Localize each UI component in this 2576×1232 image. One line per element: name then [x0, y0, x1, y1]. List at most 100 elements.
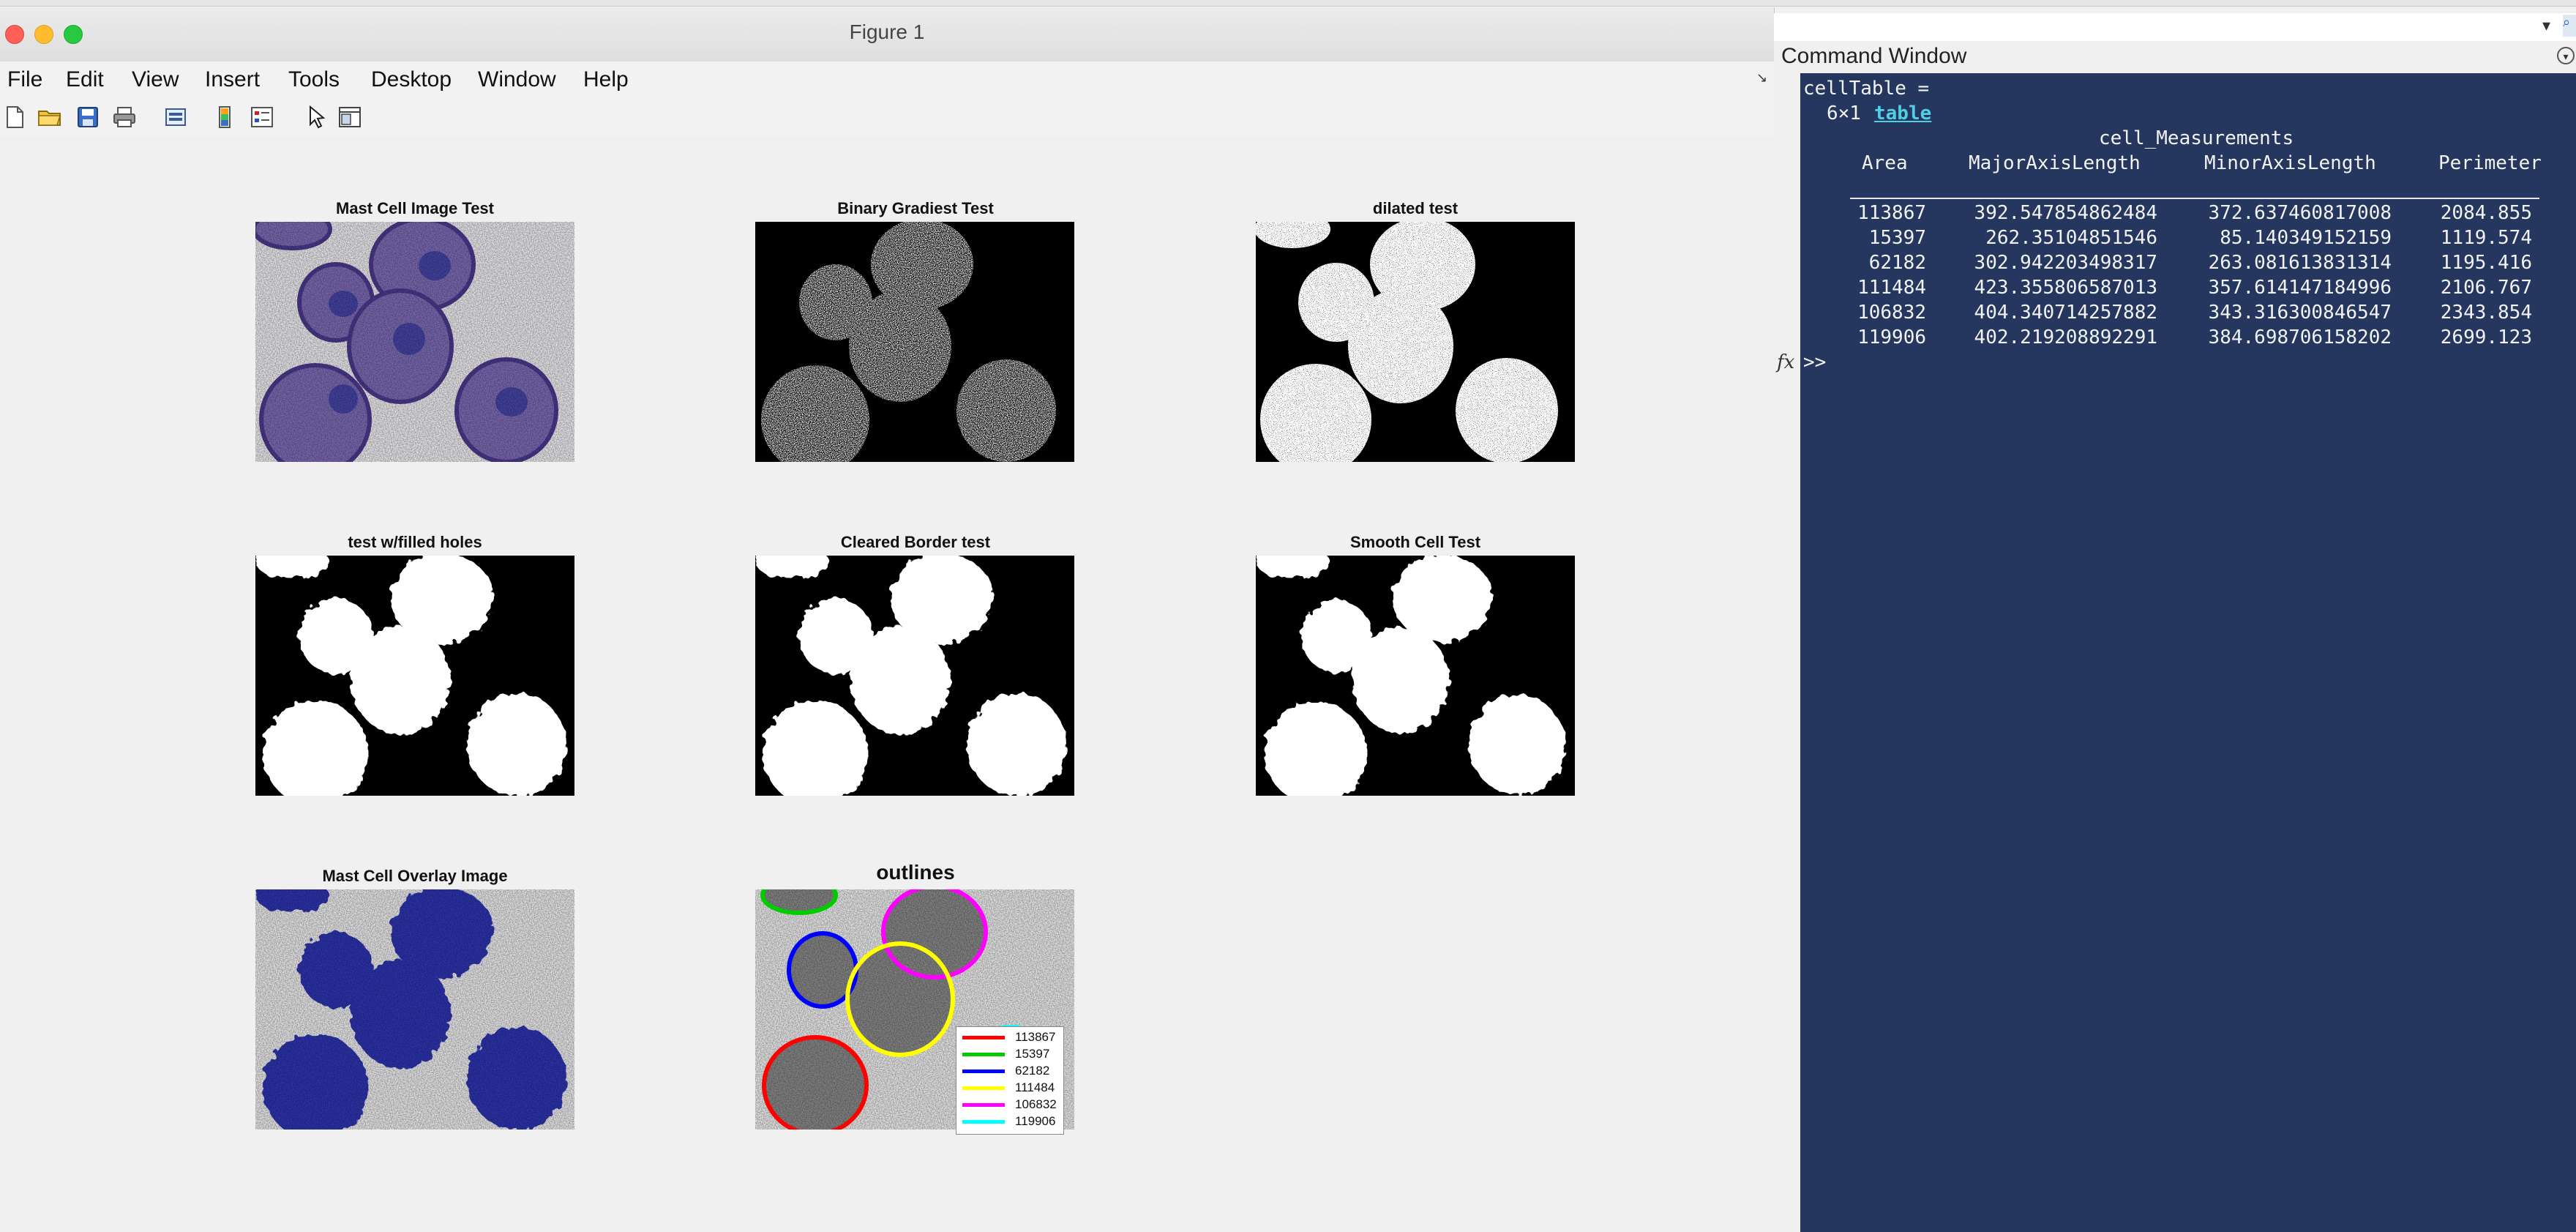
command-header-strip: ▾ ⌕ [1774, 13, 2576, 42]
dock-arrow-icon[interactable]: ↘ [1756, 70, 1767, 86]
print-icon[interactable] [111, 104, 138, 130]
axes-area: Mast Cell Image Test Binary Gradiest Tes… [0, 136, 1774, 1232]
figure-title-bar: Figure 1 [0, 7, 1774, 62]
panel-title-binary-gradient: Binary Gradiest Test [837, 199, 994, 217]
command-window-titlebar: Command Window ▾ [1774, 41, 2576, 74]
link-plot-icon[interactable] [162, 104, 189, 130]
desktop-top-strip [0, 0, 2576, 7]
chevron-down-icon[interactable]: ▾ [2557, 47, 2575, 64]
legend-line [962, 1103, 1005, 1107]
cmd-size: 6×1 [1827, 102, 1861, 124]
legend-entry: 62182 [962, 1064, 1062, 1078]
table-row: 111484 423.355806587013 357.614147184996… [1800, 277, 2576, 302]
command-window-body[interactable]: cellTable = 6×1 table cell_Measurements … [1800, 73, 2576, 1232]
legend-label: 106832 [1015, 1097, 1057, 1111]
panel-title-outlines: outlines [876, 861, 955, 884]
command-prompt[interactable]: >> [1803, 351, 1826, 373]
panel-title-dilated: dilated test [1372, 199, 1459, 217]
legend-line [962, 1120, 1005, 1124]
menu-help[interactable]: Help [583, 67, 629, 92]
cell-minor-axis: 384.698706158202 [2208, 326, 2392, 348]
menu-view[interactable]: View [132, 67, 179, 92]
panel-title-cleared-border: Cleared Border test [840, 533, 991, 551]
cell-perimeter: 1195.416 [2440, 252, 2532, 274]
cell-perimeter: 2106.767 [2440, 277, 2532, 299]
panel-title-overlay: Mast Cell Overlay Image [322, 867, 508, 885]
chevron-down-icon[interactable]: ▾ [2542, 16, 2550, 35]
legend-entry: 106832 [962, 1097, 1062, 1112]
column-header-perimeter: Perimeter [2438, 152, 2542, 174]
menu-file[interactable]: File [7, 67, 42, 92]
menu-edit[interactable]: Edit [66, 67, 104, 92]
cell-area: 111484 [1857, 277, 1926, 299]
cell-major-axis: 262.35104851546 [1985, 227, 2157, 249]
menu-insert[interactable]: Insert [205, 67, 260, 92]
smooth-cell-image[interactable] [1256, 556, 1575, 796]
legend-entry: 15397 [962, 1047, 1062, 1061]
cell-major-axis: 392.547854862484 [1974, 202, 2157, 224]
cmd-assignment: cellTable = [1803, 78, 1930, 100]
cell-major-axis: 423.355806587013 [1974, 277, 2157, 299]
legend-entry: 111484 [962, 1080, 1062, 1095]
menu-tools[interactable]: Tools [288, 67, 340, 92]
legend-entry: 119906 [962, 1114, 1062, 1129]
legend-line [962, 1069, 1005, 1073]
legend-label: 119906 [1015, 1114, 1056, 1128]
cell-perimeter: 2699.123 [2440, 326, 2532, 348]
binary-gradient-image[interactable] [755, 222, 1074, 462]
cell-area: 15397 [1868, 227, 1926, 249]
table-row: 119906 402.219208892291 384.698706158202… [1800, 326, 2576, 351]
cell-minor-axis: 343.316300846547 [2208, 302, 2392, 324]
cell-major-axis: 302.942203498317 [1974, 252, 2157, 274]
legend-icon[interactable] [249, 104, 275, 130]
table-type-link[interactable]: table [1874, 102, 1931, 124]
table-row: 106832 404.340714257882 343.316300846547… [1800, 302, 2576, 326]
cell-perimeter: 1119.574 [2440, 227, 2532, 249]
cleared-border-image[interactable] [755, 556, 1074, 796]
colorbar-icon[interactable] [212, 104, 239, 130]
cell-minor-axis: 85.140349152159 [2220, 227, 2392, 249]
menu-bar: File Edit View Insert Tools Desktop Wind… [0, 61, 1774, 98]
function-browser-icon[interactable]: fx [1777, 351, 1794, 373]
table-header-rule [1850, 198, 2539, 199]
legend-line [962, 1086, 1005, 1090]
panel-title-smooth-cell: Smooth Cell Test [1349, 533, 1481, 551]
legend-line [962, 1053, 1005, 1056]
column-header-minor-axis: MinorAxisLength [2204, 152, 2376, 174]
outlines-legend[interactable]: 113867 15397 62182 111484 106832 119906 [956, 1026, 1064, 1135]
open-file-icon[interactable] [37, 104, 63, 130]
dilated-image[interactable] [1256, 222, 1575, 462]
table-variable-name: cell_Measurements [2099, 127, 2294, 149]
figure-window: Figure 1 File Edit View Insert Tools Des… [0, 7, 1775, 1232]
figure-toolbar [0, 98, 1774, 137]
save-icon[interactable] [75, 104, 101, 130]
table-row: 113867 392.547854862484 372.637460817008… [1800, 202, 2576, 227]
column-header-major-axis: MajorAxisLength [1969, 152, 2141, 174]
cell-area: 106832 [1857, 302, 1926, 324]
table-row: 15397 262.35104851546 85.140349152159 11… [1800, 227, 2576, 252]
command-gutter: fx [1774, 73, 1800, 1232]
column-header-area: Area [1862, 152, 1908, 174]
overlay-image[interactable] [255, 889, 574, 1130]
pointer-arrow-icon[interactable] [303, 104, 329, 130]
new-figure-icon[interactable] [1, 104, 28, 130]
cell-area: 113867 [1857, 202, 1926, 224]
legend-label: 62182 [1015, 1064, 1050, 1078]
legend-label: 113867 [1015, 1030, 1056, 1044]
cell-major-axis: 402.219208892291 [1974, 326, 2157, 348]
figure-title: Figure 1 [849, 20, 925, 43]
legend-line [962, 1036, 1005, 1039]
legend-label: 15397 [1015, 1047, 1050, 1061]
table-row: 62182 302.942203498317 263.081613831314 … [1800, 252, 2576, 277]
panel-title-filled-holes: test w/filled holes [348, 533, 482, 551]
filled-holes-image[interactable] [255, 556, 574, 796]
mast-cell-image[interactable] [255, 222, 574, 462]
legend-label: 111484 [1015, 1080, 1055, 1094]
cell-minor-axis: 263.081613831314 [2208, 252, 2392, 274]
property-editor-icon[interactable] [337, 104, 363, 130]
cell-minor-axis: 372.637460817008 [2208, 202, 2392, 224]
legend-entry: 113867 [962, 1030, 1062, 1045]
menu-desktop[interactable]: Desktop [371, 67, 452, 92]
search-icon[interactable]: ⌕ [2563, 15, 2576, 37]
menu-window[interactable]: Window [478, 67, 556, 92]
